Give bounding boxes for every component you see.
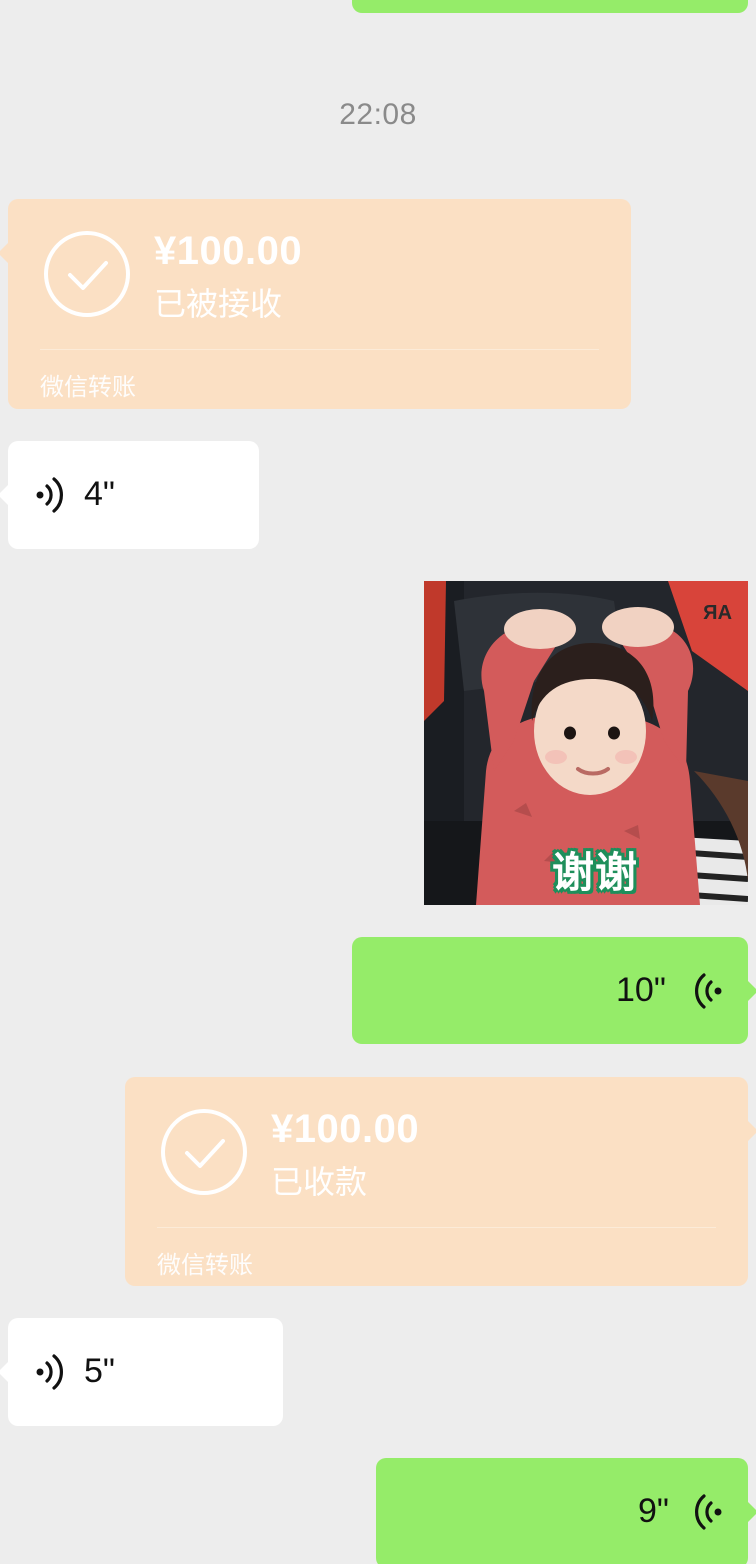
voice-wave-icon (695, 1494, 722, 1530)
previous-message-bubble[interactable] (352, 0, 748, 13)
bubble-tail (0, 243, 8, 263)
transfer-label: 微信转账 (40, 374, 136, 401)
timestamp: 22:08 (339, 98, 417, 131)
voice-wave-icon (36, 1354, 63, 1390)
transfer-label: 微信转账 (157, 1252, 253, 1279)
check-icon (44, 231, 130, 317)
voice-duration: 4" (84, 475, 115, 513)
sticker-image[interactable]: AR 谢谢 (424, 581, 748, 905)
voice-wave-icon (36, 477, 63, 513)
bubble-tail (748, 981, 756, 1001)
bubble-tail (748, 1121, 756, 1141)
divider (157, 1227, 716, 1228)
bubble-tail (748, 1502, 756, 1522)
transfer-message-received[interactable]: ¥100.00 已被接收 微信转账 (0, 199, 631, 409)
bubble-tail (0, 1362, 8, 1382)
voice-wave-icon (695, 973, 722, 1009)
transfer-status: 已被接收 (154, 286, 283, 322)
sticker-caption: 谢谢 (552, 849, 639, 896)
divider (40, 349, 599, 350)
bubble-tail (0, 485, 8, 505)
transfer-status: 已收款 (271, 1164, 368, 1200)
transfer-amount: ¥100.00 (154, 229, 303, 273)
voice-message-incoming[interactable]: 4" (0, 441, 259, 549)
voice-duration: 9" (638, 1492, 669, 1530)
chat-view: 22:08 ¥100.00 已被接收 微信转账 4" AR 谢谢 10" ¥10… (0, 0, 756, 1564)
voice-message-outgoing[interactable]: 10" (352, 937, 756, 1044)
voice-duration: 10" (616, 971, 666, 1009)
check-icon (161, 1109, 247, 1195)
sticker-background-text: AR (703, 602, 732, 624)
transfer-message-collected[interactable]: ¥100.00 已收款 微信转账 (125, 1077, 756, 1286)
transfer-amount: ¥100.00 (271, 1107, 420, 1151)
voice-duration: 5" (84, 1352, 115, 1390)
voice-message-outgoing[interactable]: 9" (376, 1458, 756, 1564)
voice-message-incoming[interactable]: 5" (0, 1318, 283, 1426)
